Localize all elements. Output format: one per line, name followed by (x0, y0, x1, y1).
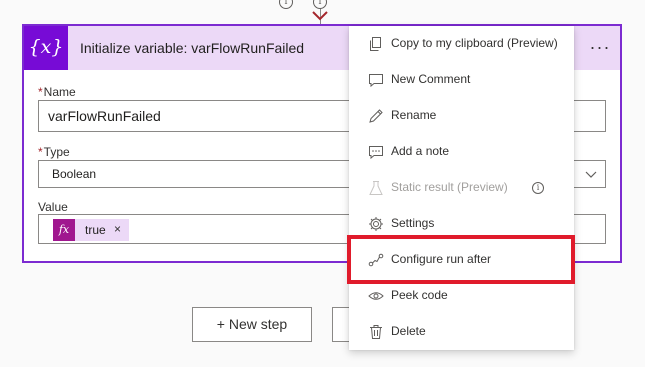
trash-icon (370, 325, 382, 339)
menu-item-add-note[interactable]: Add a note (349, 134, 574, 170)
copy-icon (370, 37, 381, 51)
insert-step-arrow-icon[interactable] (311, 10, 329, 22)
type-label: *Type (38, 145, 70, 159)
menu-item-new-comment[interactable]: New Comment (349, 62, 574, 98)
highlight-box (347, 235, 575, 284)
menu-item-rename[interactable]: Rename (349, 98, 574, 134)
menu-item-delete[interactable]: Delete (349, 314, 574, 350)
remove-token-icon[interactable]: × (114, 222, 121, 236)
value-label: Value (38, 200, 68, 214)
expression-token[interactable]: fx true × (53, 219, 129, 241)
eye-icon (368, 292, 384, 300)
info-icon[interactable]: i (532, 182, 544, 194)
name-value: varFlowRunFailed (48, 108, 161, 124)
type-value: Boolean (52, 167, 97, 181)
new-step-button[interactable]: + New step (192, 307, 312, 342)
info-icon-2[interactable]: i (313, 0, 327, 9)
pencil-icon (369, 109, 383, 123)
comment-icon (369, 74, 383, 88)
more-options-button[interactable]: ··· (586, 34, 614, 62)
chevron-down-icon (585, 171, 597, 178)
note-icon (369, 146, 383, 160)
info-icon[interactable]: i (279, 0, 293, 9)
fx-icon: fx (53, 219, 75, 241)
flask-icon (369, 181, 383, 195)
card-title[interactable]: Initialize variable: varFlowRunFailed (80, 40, 304, 56)
gear-icon (369, 217, 383, 231)
context-menu: Copy to my clipboard (Preview) New Comme… (349, 26, 574, 350)
menu-item-copy[interactable]: Copy to my clipboard (Preview) (349, 26, 574, 62)
name-label: *Name (38, 85, 76, 99)
menu-item-static-result: Static result (Preview) i (349, 170, 574, 206)
variable-icon: {x} (24, 26, 68, 70)
token-text: true (85, 223, 106, 237)
